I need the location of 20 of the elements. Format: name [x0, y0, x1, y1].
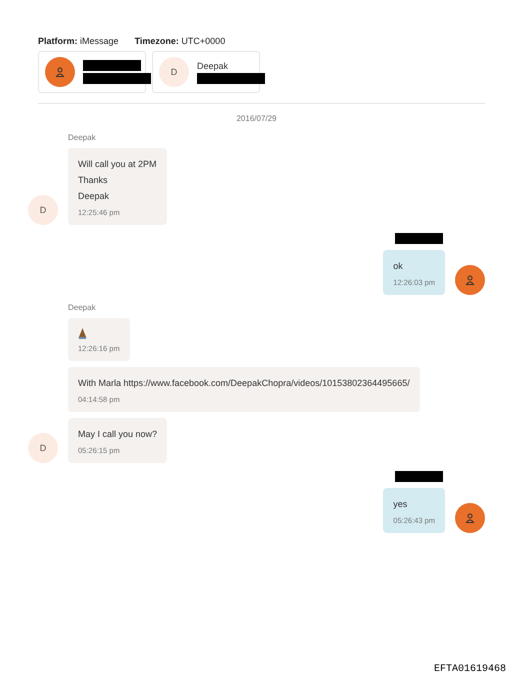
message-text: yes: [393, 498, 408, 511]
message-text: ok: [393, 260, 404, 273]
avatar: D: [28, 195, 58, 225]
message-text: With Marla https://www.facebook.com/DeepakChopra/videos/10153802364495665/: [78, 377, 410, 390]
avatar: D: [28, 433, 58, 463]
message-text: Will call you at 2PM: [78, 158, 157, 171]
message-text: May I call you now?: [78, 428, 158, 441]
platform-label: Platform: iMessage: [38, 36, 119, 46]
person-icon: [465, 513, 475, 523]
date-divider: 2016/07/29: [236, 114, 277, 123]
participant-name: Deepak: [197, 60, 230, 70]
avatar: D: [159, 57, 189, 87]
person-icon: [55, 67, 65, 77]
person-icon: [465, 275, 475, 285]
timezone-label: Timezone: UTC+0000: [134, 36, 226, 46]
document-id: EFTA01619468: [434, 664, 506, 675]
sender-name: Deepak: [68, 133, 96, 142]
sender-name: Deepak: [68, 303, 96, 312]
message-text: Thanks: [78, 174, 109, 187]
message-text: Deepak: [78, 190, 110, 203]
